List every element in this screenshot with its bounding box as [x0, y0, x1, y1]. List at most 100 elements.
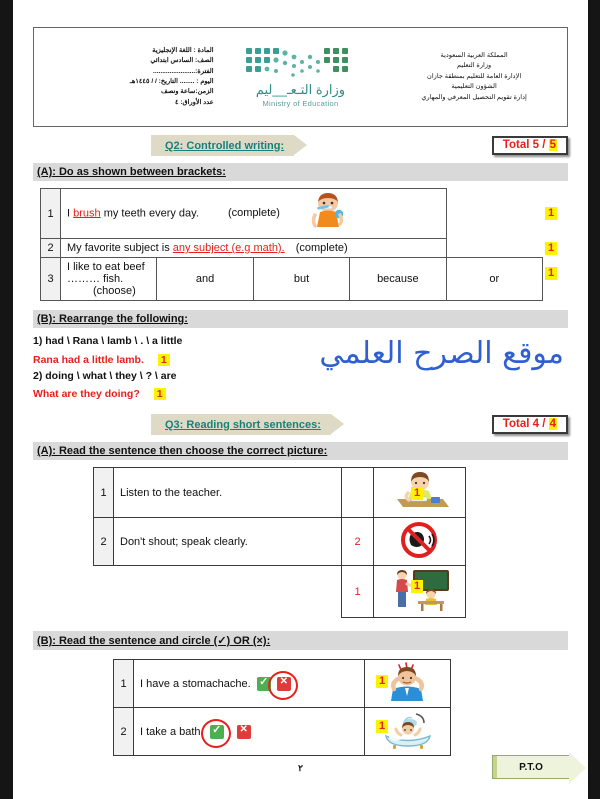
circled-answer: [200, 718, 231, 748]
sentence-cell: Listen to the teacher.: [113, 467, 342, 518]
table-row: 2 Don't shout; speak clearly. 2: [93, 517, 466, 566]
q3-total-score: 4: [548, 418, 557, 430]
table-row: 1 I have a stomachache.: [113, 659, 451, 708]
document-header: المادة : اللغة الإنجليزية الصف: السادس ا…: [33, 27, 568, 127]
header-right-block: المملكة العربية السعودية وزارة التعليم ا…: [387, 51, 561, 103]
scan-edge-right: [588, 0, 600, 799]
table-row: 1 I brush my teeth every day. (complete): [40, 188, 543, 239]
header-period: الفترة:.......................: [153, 67, 214, 75]
header-department: إدارة تقويم التحصيل المعرفي والمهاري: [421, 93, 527, 101]
man-with-headache-icon: [381, 662, 435, 705]
row-number: 3: [40, 257, 61, 301]
header-date: اليوم : ........ التاريخ: / / ١٤٤٥هـ: [129, 78, 214, 85]
q3-total-badge: Total 4 / 4: [491, 415, 568, 434]
sentence-before: My favorite subject is: [67, 242, 173, 254]
rearrange-answer-1: Rana had a little lamb.: [33, 353, 144, 366]
table-row: 3 I like to eat beef ……… fish. (choose) …: [40, 257, 544, 301]
header-duration: الزمن:ساعة ونصف: [161, 88, 214, 96]
student-answer: any subject (e.g math).: [172, 242, 285, 254]
q2-section-a-label: (A): Do as shown between brackets:: [33, 163, 568, 181]
q2-section-b-label: (B): Rearrange the following:: [33, 310, 568, 328]
q2-total-score: 5: [548, 139, 557, 151]
sentence-cell: [114, 566, 342, 618]
table-row: 1 Listen to the teacher.: [93, 467, 466, 518]
score-mark: 1: [153, 388, 166, 401]
row-content: I like to eat beef ……… fish. (choose): [59, 257, 158, 301]
boy-brushing-teeth-icon: [307, 192, 349, 235]
logo-dots-icon: [246, 48, 349, 78]
page-footer: ٢ P.T.O: [13, 752, 588, 791]
instruction: (complete): [295, 242, 348, 254]
q3-section-a-label: (A): Read the sentence then choose the c…: [33, 442, 568, 460]
header-subject: المادة : اللغة الإنجليزية: [152, 46, 214, 54]
score-mark: 1: [376, 720, 389, 733]
sentence-text: I like to eat beef ……… fish.: [67, 261, 145, 285]
sentence-after: my teeth every day.: [100, 207, 199, 220]
row-number: 2: [40, 238, 61, 258]
q3-total-prefix: Total 4 /: [502, 418, 549, 430]
header-affairs: الشؤون التعليمية: [451, 83, 497, 91]
header-directorate: الإدارة العامة للتعليم بمنطقة جازان: [426, 72, 522, 80]
option-but[interactable]: but: [252, 257, 351, 301]
student-answer: brush: [73, 207, 101, 220]
row-number: 1: [40, 188, 61, 239]
row-content: My favorite subject is any subject (e.g …: [60, 238, 447, 258]
pto-label: P.T.O: [519, 761, 543, 773]
score-mark: 1: [157, 353, 170, 366]
score-mark: 1: [545, 267, 558, 280]
row-content: I brush my teeth every day. (complete): [60, 188, 447, 239]
cross-icon[interactable]: [236, 724, 251, 739]
choice-cell[interactable]: 2: [341, 517, 374, 566]
row-number: 2: [113, 707, 134, 756]
option-or[interactable]: or: [445, 257, 544, 301]
q2-banner: Q2: Controlled writing:: [151, 135, 308, 156]
sentence-text: I take a bath.: [140, 725, 204, 738]
q2-title: Q2: Controlled writing:: [165, 139, 285, 152]
header-kingdom: المملكة العربية السعودية: [440, 51, 508, 59]
picture-cell: [373, 517, 466, 566]
cross-icon[interactable]: [276, 676, 291, 691]
score-mark: 1: [411, 487, 424, 500]
tick-icon[interactable]: [209, 723, 224, 739]
table-row: 1: [94, 565, 466, 618]
sentence-cell: I take a bath.: [133, 707, 365, 756]
instruction: (complete): [227, 207, 280, 220]
row-number: 1: [113, 659, 134, 708]
header-left-block: المادة : اللغة الإنجليزية الصف: السادس ا…: [40, 46, 214, 108]
choice-cell[interactable]: [341, 467, 374, 518]
pto-arrow: P.T.O: [492, 752, 586, 784]
exam-page: المادة : اللغة الإنجليزية الصف: السادس ا…: [0, 0, 600, 799]
ministry-logo: وزارة التـعـ__ليم Ministry of Education: [214, 46, 388, 108]
rearrange-answer-2: What are they doing?: [33, 388, 140, 401]
q3-section-b-label: (B): Read the sentence and circle (✓) OR…: [33, 631, 568, 650]
q3-banner: Q3: Reading short sentences:: [151, 414, 344, 435]
score-mark: 1: [545, 242, 558, 255]
q3-section-b-table: 1 I have a stomachache. ✓ ✕ 2 I take a b…: [113, 659, 451, 756]
table-row: 2 I take a bath.: [113, 707, 451, 756]
choice-cell[interactable]: 1: [341, 565, 374, 618]
option-because[interactable]: because: [349, 257, 447, 301]
sentence-text: I have a stomachache.: [140, 677, 251, 690]
q2-header-row: Q2: Controlled writing: Total 5 / 5: [33, 135, 568, 156]
header-ministry: وزارة التعليم: [456, 62, 492, 70]
circled-answer: [267, 670, 298, 700]
sentence-cell: Don't shout; speak clearly.: [113, 517, 342, 566]
option-and[interactable]: and: [156, 257, 254, 301]
table-row: 2 My favorite subject is any subject (e.…: [40, 238, 543, 258]
site-watermark: موقع الصرح العلمي: [319, 336, 564, 371]
score-mark: 1: [376, 675, 389, 688]
logo-arabic-text: وزارة التـعـ__ليم: [255, 82, 346, 98]
q2-rearrange-block: موقع الصرح العلمي 1) had \ Rana \ lamb \…: [33, 334, 568, 412]
q3-header-row: Q3: Reading short sentences: Total 4 / 4: [33, 414, 568, 435]
score-mark: 1: [545, 207, 558, 220]
q2-total-prefix: Total 5 /: [502, 139, 549, 151]
row-number: 1: [93, 467, 114, 518]
score-mark: 1: [411, 580, 424, 593]
header-pages: عدد الأوراق: ٤: [174, 98, 214, 106]
row-number: [94, 566, 114, 618]
sentence-cell: I have a stomachache.: [133, 659, 365, 708]
rearrange-answer-row-2: What are they doing? 1: [33, 384, 568, 403]
q3-title: Q3: Reading short sentences:: [165, 418, 321, 431]
row-number: 2: [93, 517, 114, 566]
q2-section-a-table: 1 I brush my teeth every day. (complete): [40, 188, 544, 301]
